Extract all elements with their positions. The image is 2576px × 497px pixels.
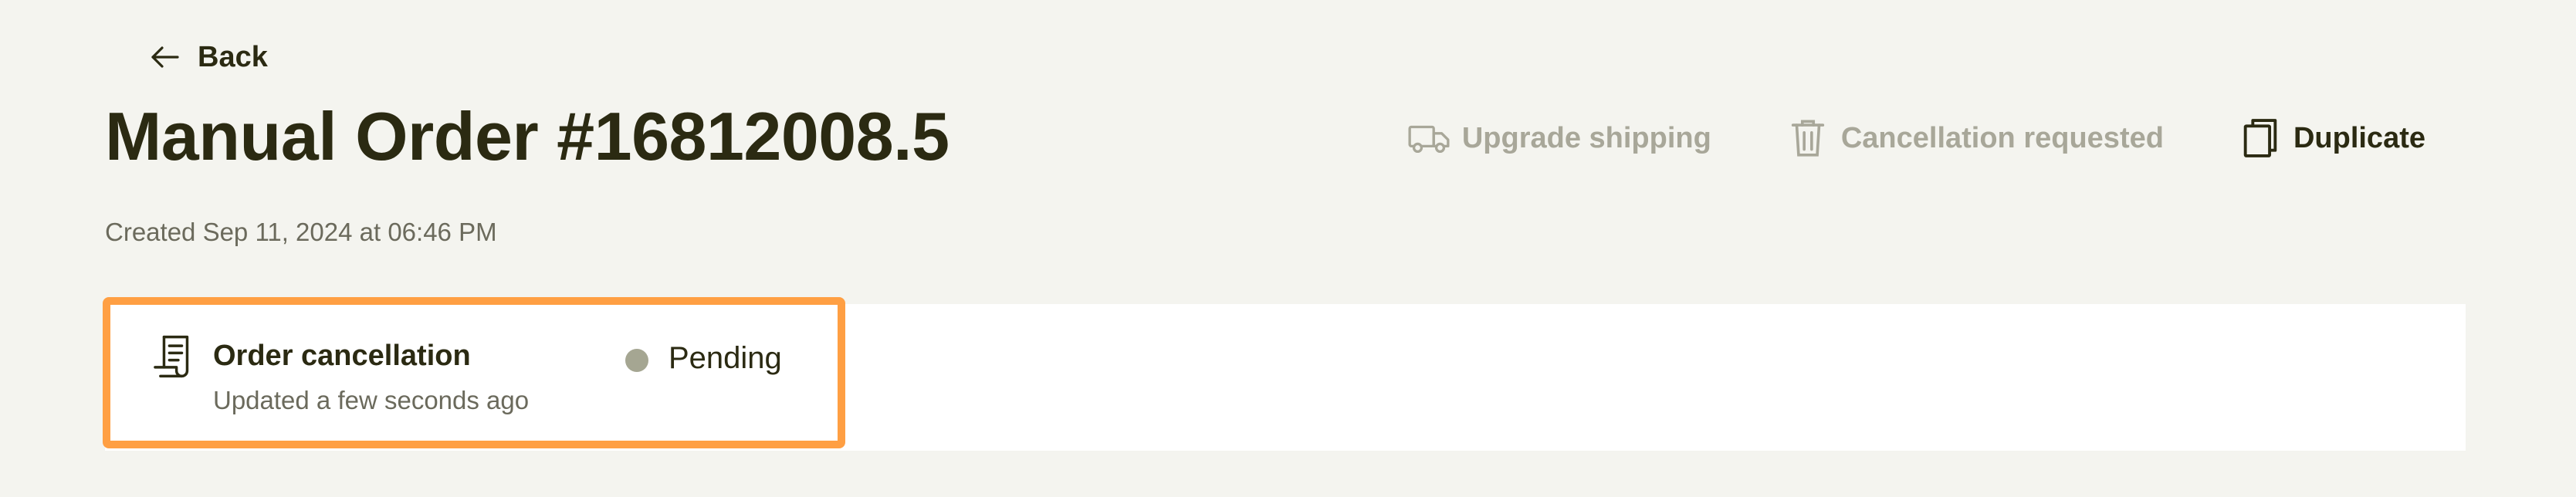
cancellation-requested-label: Cancellation requested <box>1840 121 2164 154</box>
duplicate-button[interactable]: Duplicate <box>2238 116 2425 161</box>
created-timestamp: Created Sep 11, 2024 at 06:46 PM <box>105 218 497 246</box>
page-title: Manual Order #16812008.5 <box>105 98 949 174</box>
upgrade-shipping-label: Upgrade shipping <box>1461 121 1711 154</box>
receipt-icon <box>154 335 189 378</box>
event-updated: Updated a few seconds ago <box>213 386 530 414</box>
back-link[interactable]: Back <box>147 39 268 76</box>
event-title: Order cancellation <box>213 340 471 372</box>
status-dot <box>625 349 648 372</box>
upgrade-shipping-button[interactable]: Upgrade shipping <box>1406 116 1711 161</box>
cancellation-requested-button[interactable]: Cancellation requested <box>1786 116 2164 161</box>
arrow-left-icon <box>151 46 179 68</box>
status-label: Pending <box>669 341 782 375</box>
back-label: Back <box>198 40 268 73</box>
duplicate-label: Duplicate <box>2293 121 2425 154</box>
trash-icon <box>1791 120 1824 157</box>
header-actions: Upgrade shipping Cancellation requested … <box>1406 116 2425 161</box>
truck-icon <box>1408 125 1450 154</box>
copy-icon <box>2243 119 2277 157</box>
